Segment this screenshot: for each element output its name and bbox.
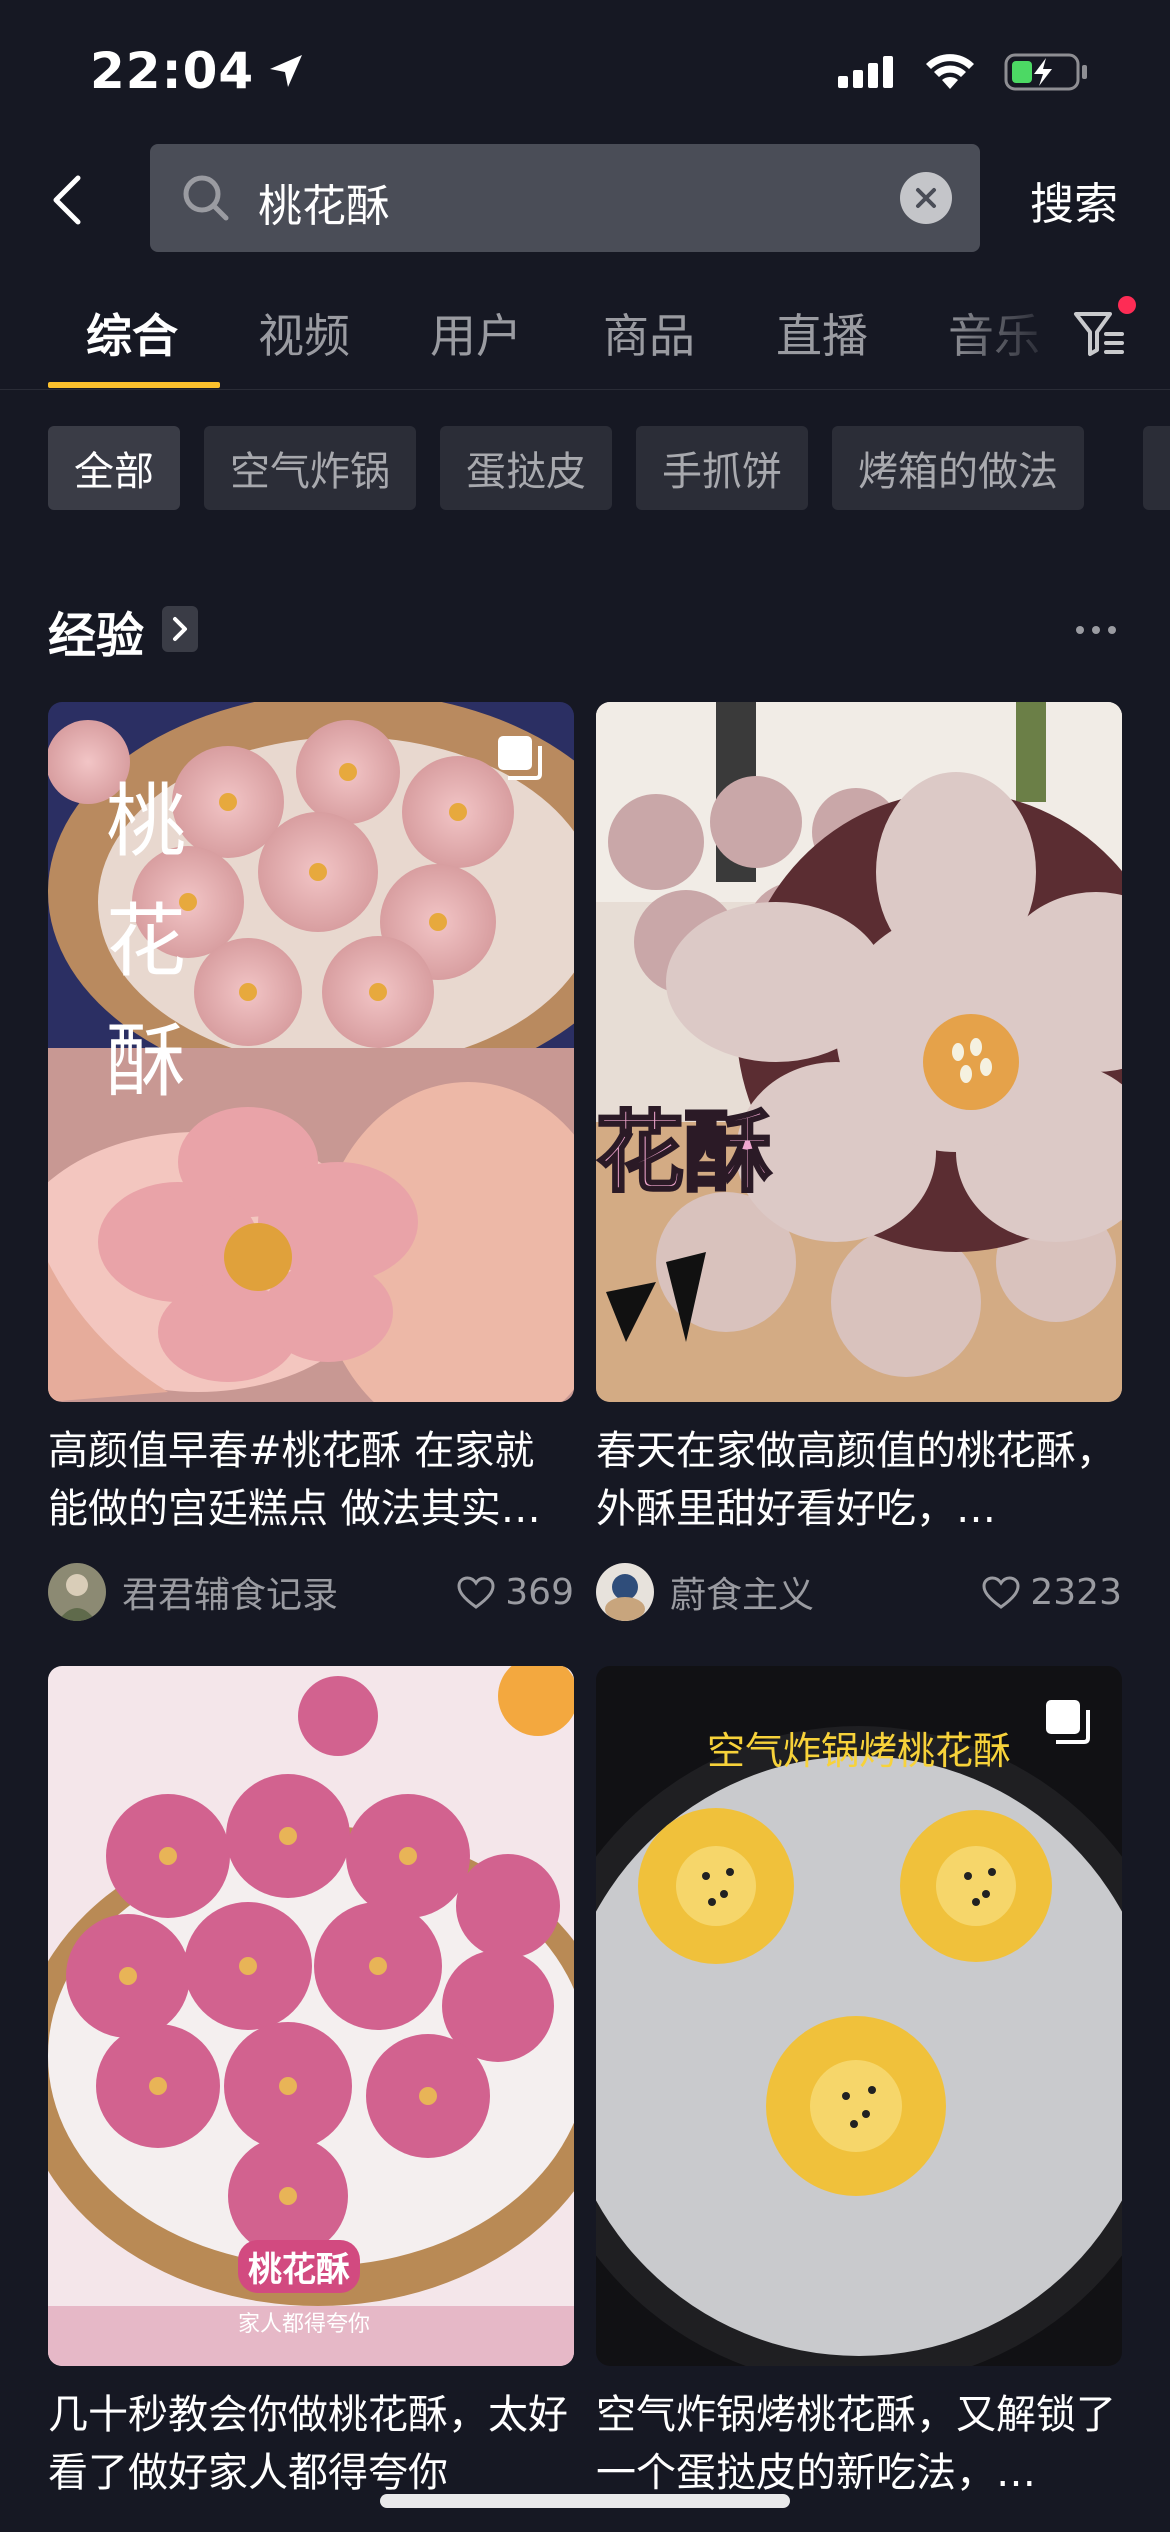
tab-products[interactable]: 商品 — [603, 300, 695, 366]
result-card[interactable]: 桃花酥 家人都得夸你 几十秒教会你做桃花酥，太好看了做好家人都得夸你 — [48, 1666, 574, 2502]
active-tab-indicator — [48, 382, 220, 388]
cellular-signal-icon — [838, 56, 893, 88]
result-tabs: 综合 视频 用户 商品 直播 音乐 — [0, 290, 1170, 390]
like-count[interactable]: 369 — [457, 1572, 574, 1613]
status-bar: 22:04 — [0, 0, 1170, 140]
chip-oven-method[interactable]: 烤箱的做法 — [832, 426, 1084, 510]
search-input[interactable]: 桃花酥 — [150, 144, 980, 252]
overlay-title: 花酥 — [596, 1100, 774, 1206]
overlay-char-3: 酥 — [106, 1015, 186, 1108]
chip-air-fryer[interactable]: 空气炸锅 — [204, 426, 416, 510]
search-query: 桃花酥 — [258, 181, 390, 232]
section-more-arrow[interactable] — [162, 606, 198, 652]
search-icon — [183, 175, 229, 221]
avatar[interactable] — [596, 1563, 654, 1621]
chip-all[interactable]: 全部 — [48, 426, 180, 510]
chip-next-partial[interactable] — [1143, 426, 1170, 510]
like-count-text: 369 — [505, 1572, 574, 1613]
overlay-title: 桃花酥 — [238, 2240, 360, 2293]
status-icons — [836, 52, 1090, 92]
status-time: 22:04 — [90, 42, 306, 100]
status-time-text: 22:04 — [90, 42, 255, 100]
album-icon — [1046, 1700, 1090, 1744]
tab-live[interactable]: 直播 — [776, 300, 868, 366]
wifi-icon — [926, 54, 974, 89]
card-thumbnail[interactable]: 花酥 — [596, 702, 1122, 1402]
search-header: 桃花酥 搜索 — [0, 140, 1170, 260]
card-title[interactable]: 空气炸锅烤桃花酥，又解锁了一个蛋挞皮的新吃法，… — [596, 2386, 1122, 2502]
author-name[interactable]: 蔚食主义 — [670, 1566, 814, 1618]
chevron-right-icon — [173, 617, 187, 641]
overlay-char-2: 花 — [106, 895, 186, 988]
tab-video[interactable]: 视频 — [258, 300, 350, 366]
result-card[interactable]: 花酥 春天在家做高颜值的桃花酥，外酥里甜好看好吃，… 蔚食主义 2323 — [596, 702, 1122, 1622]
result-card[interactable]: 空气炸锅烤桃花酥 空气炸锅烤桃花酥，又解锁了一个蛋挞皮的新吃法，… — [596, 1666, 1122, 2502]
home-indicator — [380, 2494, 790, 2508]
card-thumbnail[interactable]: 桃花酥 家人都得夸你 — [48, 1666, 574, 2366]
author-name[interactable]: 君君辅食记录 — [122, 1566, 338, 1618]
overlay-subtitle: 家人都得夸你 — [238, 2312, 371, 2337]
card-meta: 君君辅食记录 369 — [48, 1562, 574, 1622]
section-title: 经验 — [48, 608, 145, 664]
filter-badge-dot — [1118, 296, 1136, 314]
like-count[interactable]: 2323 — [982, 1572, 1122, 1613]
location-arrow-icon — [270, 55, 303, 87]
card-title[interactable]: 高颜值早春#桃花酥 在家就能做的宫廷糕点 做法其实… — [48, 1422, 574, 1538]
battery-charging-icon — [1004, 53, 1087, 91]
avatar[interactable] — [48, 1563, 106, 1621]
card-title[interactable]: 春天在家做高颜值的桃花酥，外酥里甜好看好吃，… — [596, 1422, 1122, 1538]
result-card[interactable]: 桃 花 酥 高颜值早春#桃花酥 在家就能做的宫廷糕点 做法其实… 君君辅食记录 … — [48, 702, 574, 1622]
album-icon — [498, 736, 542, 780]
card-thumbnail[interactable]: 空气炸锅烤桃花酥 — [596, 1666, 1122, 2366]
chip-tart-shell[interactable]: 蛋挞皮 — [440, 426, 612, 510]
like-count-text: 2323 — [1030, 1572, 1122, 1613]
back-button[interactable] — [50, 170, 100, 230]
clear-search-button[interactable] — [900, 172, 952, 224]
peach-pastry-closeup-photo — [596, 702, 1122, 1402]
card-meta: 蔚食主义 2323 — [596, 1562, 1122, 1622]
chevron-left-icon — [53, 175, 81, 225]
tab-fade — [940, 290, 1060, 380]
filter-icon[interactable] — [1070, 304, 1130, 364]
filter-chips: 全部 空气炸锅 蛋挞皮 手抓饼 烤箱的做法 — [48, 426, 1084, 510]
close-icon — [916, 188, 936, 208]
overlay-char-1: 桃 — [106, 775, 186, 868]
more-options-button[interactable] — [1076, 610, 1116, 650]
chip-pancake[interactable]: 手抓饼 — [636, 426, 808, 510]
heart-icon — [982, 1575, 1020, 1609]
search-button[interactable]: 搜索 — [1030, 168, 1118, 232]
heart-icon — [457, 1575, 495, 1609]
card-thumbnail[interactable]: 桃 花 酥 — [48, 702, 574, 1402]
card-title[interactable]: 几十秒教会你做桃花酥，太好看了做好家人都得夸你 — [48, 2386, 574, 2502]
tab-users[interactable]: 用户 — [430, 300, 522, 366]
tab-general[interactable]: 综合 — [86, 300, 178, 366]
